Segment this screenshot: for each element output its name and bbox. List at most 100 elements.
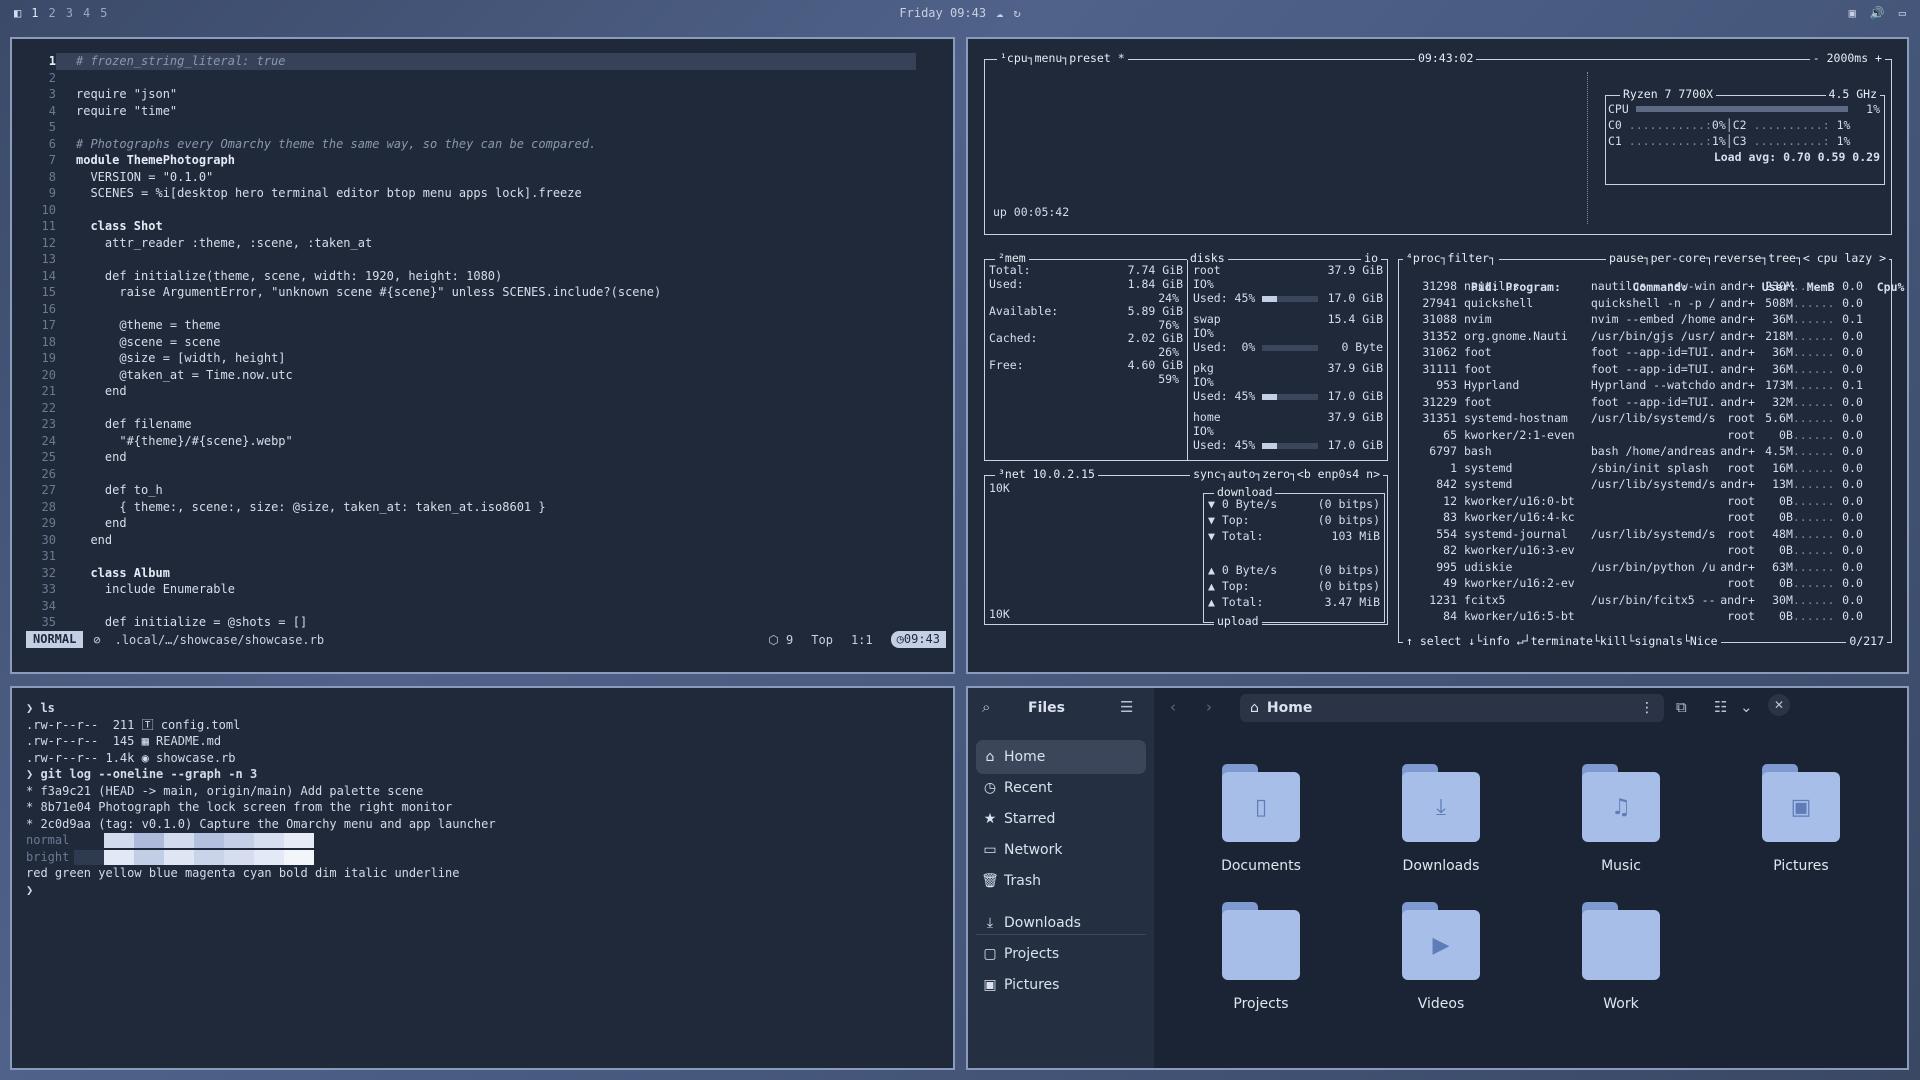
menu-icon[interactable]: ☰ [1120,698,1133,716]
process-row[interactable]: 6797 bash bash /home/andreas andr+ 4.5M...… [1403,443,1887,460]
code-line[interactable]: 8 VERSION = "0.1.0" [12,169,947,186]
sidebar-item-starred[interactable]: ★ Starred [976,802,1146,836]
code-line[interactable]: 3 require "json" [12,86,947,103]
forward-icon[interactable]: › [1206,698,1212,716]
code-line[interactable]: 30 end [12,532,947,549]
code-line[interactable]: 9 SCENES = %i[desktop hero terminal edit… [12,185,947,202]
volume-icon[interactable]: 🔊 [1870,6,1885,20]
code-line[interactable]: 34 [12,598,947,615]
process-row[interactable]: 554 systemd-journal /usr/lib/systemd/s ro… [1403,526,1887,543]
code-line[interactable]: 2 [12,70,947,87]
workspace-3[interactable]: 3 [66,6,73,20]
code-line[interactable]: 23 def filename [12,416,947,433]
folder-work[interactable]: Work [1561,902,1681,1012]
code-line[interactable]: 11 class Shot [12,218,947,235]
code-line[interactable]: 32 class Album [12,565,947,582]
process-row[interactable]: 842 systemd /usr/lib/systemd/s andr+ 13M..… [1403,476,1887,493]
editor-window[interactable]: 1 # frozen_string_literal: true 2 3 require … [10,37,955,674]
new-folder-icon[interactable]: ⧉ [1676,698,1687,716]
back-icon[interactable]: ‹ [1170,698,1176,716]
search-icon[interactable]: ⌕ [982,698,990,716]
code-line[interactable]: 12 attr_reader :theme, :scene, :taken_at [12,235,947,252]
workspace-1[interactable]: 1 [31,6,38,20]
clock[interactable]: Friday 09:43 [899,6,986,20]
code-line[interactable]: 33 include Enumerable [12,581,947,598]
close-icon[interactable]: ✕ [1768,694,1790,716]
editor-buffer[interactable]: 1 # frozen_string_literal: true 2 3 require … [12,53,947,631]
process-row[interactable]: 84 kworker/u16:5-bt root 0B...... 0.0 [1403,608,1887,625]
process-row[interactable]: 82 kworker/u16:3-ev root 0B...... 0.0 [1403,542,1887,559]
code-line[interactable]: 15 raise ArgumentError, "unknown scene #… [12,284,947,301]
cloud-icon[interactable]: ☁ [996,6,1003,20]
list-view-icon[interactable]: ☷ [1714,698,1727,716]
workspace-5[interactable]: 5 [100,6,107,20]
process-row[interactable]: 49 kworker/u16:2-ev root 0B...... 0.0 [1403,575,1887,592]
code-line[interactable]: 31 [12,548,947,565]
process-row[interactable]: 31298 nautilus nautilus --new-win andr+ 23… [1403,278,1887,295]
btop-window[interactable]: ¹cpu┐menu┐preset * 09:43:02 - 2000ms + u… [966,37,1909,674]
code-line[interactable]: 7 module ThemePhotograph [12,152,947,169]
refresh-icon[interactable]: ↻ [1013,6,1020,20]
code-line[interactable]: 29 end [12,515,947,532]
process-row[interactable]: 1 systemd /sbin/init splash root 16M......… [1403,460,1887,477]
net-tabs[interactable]: sync┐auto┐zero┐<b enp0s4 n> [1190,467,1383,481]
sidebar-item-recent[interactable]: ◷ Recent [976,771,1146,805]
code-line[interactable]: 6 # Photographs every Omarchy theme the s… [12,136,947,153]
chevron-down-icon[interactable]: ⌄ [1740,698,1753,716]
process-row[interactable]: 31111 foot foot --app-id=TUI. andr+ 36M...… [1403,361,1887,378]
code-line[interactable]: 13 [12,251,947,268]
sidebar-item-home[interactable]: ⌂ Home [976,740,1146,774]
monitor-icon[interactable]: ▭ [1899,6,1906,20]
code-line[interactable]: 10 [12,202,947,219]
code-line[interactable]: 22 [12,400,947,417]
screen-icon[interactable]: ▣ [1849,6,1856,20]
sidebar-item-trash[interactable]: 🗑 Trash [976,864,1146,898]
sidebar-item-projects[interactable]: ▢ Projects [976,937,1146,971]
process-row[interactable]: 31088 nvim nvim --embed /home andr+ 36M...… [1403,311,1887,328]
code-line[interactable]: 24 "#{theme}/#{scene}.webp" [12,433,947,450]
folder-videos[interactable]: ▶ Videos [1381,902,1501,1012]
code-line[interactable]: 18 @scene = scene [12,334,947,351]
process-row[interactable]: 27941 quickshell quickshell -n -p / andr+… [1403,295,1887,312]
sidebar-item-network[interactable]: ▭ Network [976,833,1146,867]
sidebar-item-pictures[interactable]: ▣ Pictures [976,968,1146,1002]
kebab-icon[interactable]: ⋮ [1640,700,1654,716]
process-row[interactable]: 953 Hyprland Hyprland --watchdo andr+ 173M… [1403,377,1887,394]
process-row[interactable]: 12 kworker/u16:0-bt root 0B...... 0.0 [1403,493,1887,510]
code-line[interactable]: 26 [12,466,947,483]
code-line[interactable]: 4 require "time" [12,103,947,120]
process-row[interactable]: 1231 fcitx5 /usr/bin/fcitx5 -- andr+ 30M..… [1403,592,1887,609]
update-interval[interactable]: - 2000ms + [1809,51,1885,65]
location-bar[interactable]: ⌂ Home ⋮ [1240,694,1664,722]
code-line[interactable]: 27 def to_h [12,482,947,499]
code-line[interactable]: 28 { theme:, scene:, size: @size, taken_… [12,499,947,516]
workspace-4[interactable]: 4 [83,6,90,20]
process-row[interactable]: 65 kworker/2:1-even root 0B...... 0.0 [1403,427,1887,444]
code-line[interactable]: 35 def initialize = @shots = [] [12,614,947,631]
folder-music[interactable]: ♫ Music [1561,764,1681,874]
folder-pictures[interactable]: ▣ Pictures [1741,764,1861,874]
code-line[interactable]: 19 @size = [width, height] [12,350,947,367]
code-line[interactable]: 17 @theme = theme [12,317,947,334]
code-line[interactable]: 21 end [12,383,947,400]
cpu-tabs[interactable]: ¹cpu┐menu┐preset * [997,51,1128,65]
code-line[interactable]: 1 # frozen_string_literal: true [12,53,947,70]
workspace-2[interactable]: 2 [48,6,55,20]
process-row[interactable]: 31351 systemd-hostnam /usr/lib/systemd/s… [1403,410,1887,427]
folder-documents[interactable]: ▯ Documents [1201,764,1321,874]
code-line[interactable]: 20 @taken_at = Time.now.utc [12,367,947,384]
process-row[interactable]: 31062 foot foot --app-id=TUI. andr+ 36M...… [1403,344,1887,361]
terminal-window[interactable]: ❯ ls .rw-r--r-- 211 🅃 config.toml .rw-r--r… [10,686,955,1070]
code-line[interactable]: 14 def initialize(theme, scene, width: 1… [12,268,947,285]
launcher-icon[interactable]: ◧ [14,6,21,20]
folder-projects[interactable]: Projects [1201,902,1321,1012]
code-line[interactable]: 25 end [12,449,947,466]
proc-footer[interactable]: ↑ select ↓└info ↵┘terminate└kill└signals… [1403,634,1721,648]
code-line[interactable]: 16 [12,301,947,318]
process-row[interactable]: 83 kworker/u16:4-kc root 0B...... 0.0 [1403,509,1887,526]
process-row[interactable]: 31352 org.gnome.Nauti /usr/bin/gjs /usr/… [1403,328,1887,345]
folder-downloads[interactable]: ⤓ Downloads [1381,764,1501,874]
process-row[interactable]: 995 udiskie /usr/bin/python /u andr+ 63M..… [1403,559,1887,576]
process-row[interactable]: 31229 foot foot --app-id=TUI. andr+ 32M...… [1403,394,1887,411]
files-window[interactable]: ⌕ Files ☰ ⌂ Home ◷ Recent ★ Starred ▭ Network 🗑 T… [966,686,1909,1070]
